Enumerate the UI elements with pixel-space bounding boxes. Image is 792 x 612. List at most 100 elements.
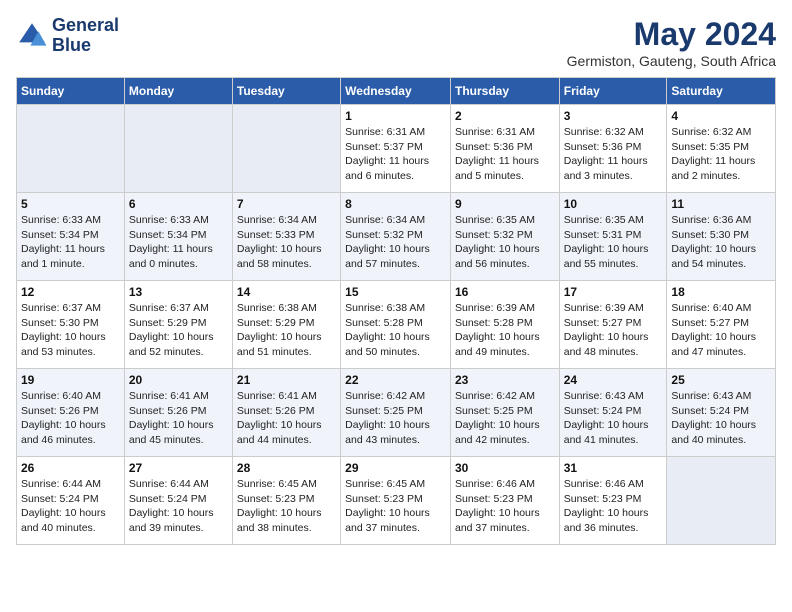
calendar-cell: 9 Sunrise: 6:35 AM Sunset: 5:32 PM Daylig… — [450, 193, 559, 281]
calendar-cell: 29Sunrise: 6:45 AM Sunset: 5:23 PM Dayli… — [341, 457, 451, 545]
calendar-cell: 19 Sunrise: 6:40 AM Sunset: 5:26 PM Dayli… — [17, 369, 125, 457]
day-number: 4 — [671, 109, 771, 123]
day-number: 30 — [455, 461, 555, 475]
day-info: Sunrise: 6:45 AM Sunset: 5:23 PM Dayligh… — [237, 477, 336, 536]
day-info: Sunrise: 6:44 AM Sunset: 5:24 PM Dayligh… — [129, 477, 228, 536]
day-number: 9 — [455, 197, 555, 211]
calendar-week-row: 5 Sunrise: 6:33 AM Sunset: 5:34 PM Daylig… — [17, 193, 776, 281]
day-info: Sunrise: 6:42 AM Sunset: 5:25 PM Dayligh… — [455, 389, 555, 448]
calendar-cell: 12Sunrise: 6:37 AM Sunset: 5:30 PM Dayli… — [17, 281, 125, 369]
day-number: 1 — [345, 109, 446, 123]
calendar-cell: 2 Sunrise: 6:31 AM Sunset: 5:36 PM Daylig… — [450, 105, 559, 193]
calendar-header-row: SundayMondayTuesdayWednesdayThursdayFrid… — [17, 78, 776, 105]
main-title: May 2024 — [567, 16, 776, 53]
day-number: 5 — [21, 197, 120, 211]
day-info: Sunrise: 6:46 AM Sunset: 5:23 PM Dayligh… — [455, 477, 555, 536]
day-number: 14 — [237, 285, 336, 299]
calendar-cell: 27 Sunrise: 6:44 AM Sunset: 5:24 PM Dayli… — [124, 457, 232, 545]
day-info: Sunrise: 6:38 AM Sunset: 5:29 PM Dayligh… — [237, 301, 336, 360]
day-number: 28 — [237, 461, 336, 475]
calendar-cell: 6Sunrise: 6:33 AM Sunset: 5:34 PM Daylig… — [124, 193, 232, 281]
day-number: 6 — [129, 197, 228, 211]
calendar-week-row: 26Sunrise: 6:44 AM Sunset: 5:24 PM Dayli… — [17, 457, 776, 545]
day-info: Sunrise: 6:32 AM Sunset: 5:35 PM Dayligh… — [671, 125, 771, 184]
day-number: 24 — [564, 373, 663, 387]
day-info: Sunrise: 6:40 AM Sunset: 5:26 PM Dayligh… — [21, 389, 120, 448]
day-info: Sunrise: 6:31 AM Sunset: 5:36 PM Dayligh… — [455, 125, 555, 184]
day-info: Sunrise: 6:33 AM Sunset: 5:34 PM Dayligh… — [21, 213, 120, 272]
day-info: Sunrise: 6:43 AM Sunset: 5:24 PM Dayligh… — [564, 389, 663, 448]
day-number: 7 — [237, 197, 336, 211]
day-number: 17 — [564, 285, 663, 299]
day-info: Sunrise: 6:43 AM Sunset: 5:24 PM Dayligh… — [671, 389, 771, 448]
calendar-cell: 15Sunrise: 6:38 AM Sunset: 5:28 PM Dayli… — [341, 281, 451, 369]
day-number: 18 — [671, 285, 771, 299]
calendar-cell — [124, 105, 232, 193]
day-info: Sunrise: 6:41 AM Sunset: 5:26 PM Dayligh… — [129, 389, 228, 448]
day-info: Sunrise: 6:46 AM Sunset: 5:23 PM Dayligh… — [564, 477, 663, 536]
day-info: Sunrise: 6:39 AM Sunset: 5:28 PM Dayligh… — [455, 301, 555, 360]
calendar-cell: 24 Sunrise: 6:43 AM Sunset: 5:24 PM Dayli… — [559, 369, 667, 457]
day-number: 25 — [671, 373, 771, 387]
calendar-cell: 31 Sunrise: 6:46 AM Sunset: 5:23 PM Dayli… — [559, 457, 667, 545]
header-tuesday: Tuesday — [232, 78, 340, 105]
day-info: Sunrise: 6:34 AM Sunset: 5:33 PM Dayligh… — [237, 213, 336, 272]
calendar-week-row: 19 Sunrise: 6:40 AM Sunset: 5:26 PM Dayli… — [17, 369, 776, 457]
day-info: Sunrise: 6:34 AM Sunset: 5:32 PM Dayligh… — [345, 213, 446, 272]
calendar-cell: 13Sunrise: 6:37 AM Sunset: 5:29 PM Dayli… — [124, 281, 232, 369]
calendar-cell — [667, 457, 776, 545]
logo: General Blue — [16, 16, 119, 56]
day-info: Sunrise: 6:36 AM Sunset: 5:30 PM Dayligh… — [671, 213, 771, 272]
logo-text: General Blue — [52, 16, 119, 56]
day-number: 20 — [129, 373, 228, 387]
day-number: 12 — [21, 285, 120, 299]
subtitle: Germiston, Gauteng, South Africa — [567, 53, 776, 69]
day-info: Sunrise: 6:38 AM Sunset: 5:28 PM Dayligh… — [345, 301, 446, 360]
calendar-cell: 28 Sunrise: 6:45 AM Sunset: 5:23 PM Dayli… — [232, 457, 340, 545]
calendar-cell: 14 Sunrise: 6:38 AM Sunset: 5:29 PM Dayli… — [232, 281, 340, 369]
calendar-cell: 26Sunrise: 6:44 AM Sunset: 5:24 PM Dayli… — [17, 457, 125, 545]
calendar-cell: 10Sunrise: 6:35 AM Sunset: 5:31 PM Dayli… — [559, 193, 667, 281]
day-number: 21 — [237, 373, 336, 387]
calendar-cell: 21 Sunrise: 6:41 AM Sunset: 5:26 PM Dayli… — [232, 369, 340, 457]
calendar-cell — [232, 105, 340, 193]
day-info: Sunrise: 6:35 AM Sunset: 5:32 PM Dayligh… — [455, 213, 555, 272]
header-wednesday: Wednesday — [341, 78, 451, 105]
day-number: 13 — [129, 285, 228, 299]
calendar-cell: 18 Sunrise: 6:40 AM Sunset: 5:27 PM Dayli… — [667, 281, 776, 369]
page-header: General Blue May 2024 Germiston, Gauteng… — [16, 16, 776, 69]
header-thursday: Thursday — [450, 78, 559, 105]
calendar-cell: 11Sunrise: 6:36 AM Sunset: 5:30 PM Dayli… — [667, 193, 776, 281]
day-info: Sunrise: 6:35 AM Sunset: 5:31 PM Dayligh… — [564, 213, 663, 272]
calendar-cell: 1 Sunrise: 6:31 AM Sunset: 5:37 PM Daylig… — [341, 105, 451, 193]
title-block: May 2024 Germiston, Gauteng, South Afric… — [567, 16, 776, 69]
calendar-cell: 16Sunrise: 6:39 AM Sunset: 5:28 PM Dayli… — [450, 281, 559, 369]
day-number: 27 — [129, 461, 228, 475]
calendar-week-row: 1 Sunrise: 6:31 AM Sunset: 5:37 PM Daylig… — [17, 105, 776, 193]
calendar-table: SundayMondayTuesdayWednesdayThursdayFrid… — [16, 77, 776, 545]
day-info: Sunrise: 6:42 AM Sunset: 5:25 PM Dayligh… — [345, 389, 446, 448]
day-number: 8 — [345, 197, 446, 211]
header-friday: Friday — [559, 78, 667, 105]
day-number: 22 — [345, 373, 446, 387]
calendar-cell: 17 Sunrise: 6:39 AM Sunset: 5:27 PM Dayli… — [559, 281, 667, 369]
logo-icon — [16, 20, 48, 52]
day-info: Sunrise: 6:40 AM Sunset: 5:27 PM Dayligh… — [671, 301, 771, 360]
day-info: Sunrise: 6:41 AM Sunset: 5:26 PM Dayligh… — [237, 389, 336, 448]
calendar-cell: 5 Sunrise: 6:33 AM Sunset: 5:34 PM Daylig… — [17, 193, 125, 281]
calendar-cell: 20 Sunrise: 6:41 AM Sunset: 5:26 PM Dayli… — [124, 369, 232, 457]
calendar-cell — [17, 105, 125, 193]
day-number: 19 — [21, 373, 120, 387]
day-info: Sunrise: 6:39 AM Sunset: 5:27 PM Dayligh… — [564, 301, 663, 360]
day-number: 23 — [455, 373, 555, 387]
day-info: Sunrise: 6:31 AM Sunset: 5:37 PM Dayligh… — [345, 125, 446, 184]
calendar-cell: 3Sunrise: 6:32 AM Sunset: 5:36 PM Daylig… — [559, 105, 667, 193]
calendar-cell: 8 Sunrise: 6:34 AM Sunset: 5:32 PM Daylig… — [341, 193, 451, 281]
day-number: 2 — [455, 109, 555, 123]
calendar-cell: 25 Sunrise: 6:43 AM Sunset: 5:24 PM Dayli… — [667, 369, 776, 457]
day-number: 29 — [345, 461, 446, 475]
header-saturday: Saturday — [667, 78, 776, 105]
calendar-cell: 30 Sunrise: 6:46 AM Sunset: 5:23 PM Dayli… — [450, 457, 559, 545]
day-number: 31 — [564, 461, 663, 475]
day-info: Sunrise: 6:32 AM Sunset: 5:36 PM Dayligh… — [564, 125, 663, 184]
